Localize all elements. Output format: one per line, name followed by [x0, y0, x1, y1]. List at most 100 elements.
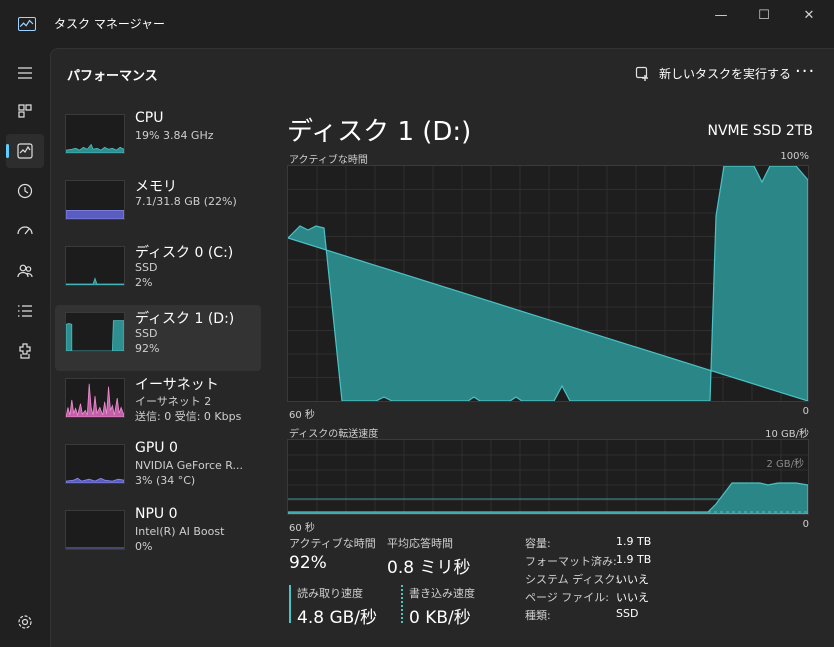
- device-detail: 19% 3.84 GHz: [135, 129, 214, 142]
- device-usage: 3% (34 °C): [135, 474, 196, 487]
- maximize-button[interactable]: ☐: [741, 4, 787, 28]
- task-manager-app-icon: [18, 17, 36, 31]
- nav-services[interactable]: [6, 334, 44, 368]
- page-header: パフォーマンス 新しいタスクを実行する ···: [51, 49, 834, 97]
- nav-details[interactable]: [6, 294, 44, 328]
- device-detail: SSD: [135, 327, 158, 340]
- app-history-icon: [17, 183, 33, 199]
- page-title: パフォーマンス: [67, 69, 158, 84]
- active-time-graph-label: アクティブな時間: [289, 155, 368, 166]
- users-icon: [17, 264, 33, 278]
- property-system-disk-label: システム ディスク:: [525, 573, 620, 586]
- minimize-button[interactable]: —: [698, 4, 744, 28]
- device-detail: Intel(R) AI Boost: [135, 525, 225, 538]
- read-speed-label: 読み取り速度: [297, 587, 363, 600]
- device-name: GPU 0: [135, 440, 178, 456]
- disk-1-thumbnail-graph: [65, 312, 125, 352]
- transfer-rate-graph: 2 GB/秒: [287, 439, 809, 515]
- device-name: メモリ: [135, 179, 177, 195]
- device-usage: 2%: [135, 276, 153, 289]
- device-name: イーサネット: [135, 377, 219, 393]
- property-system-disk-value: いいえ: [616, 573, 649, 586]
- disk-0-thumbnail-graph: [65, 246, 125, 286]
- npu-thumbnail-graph: [65, 510, 125, 550]
- active-time-stat-label: アクティブな時間: [289, 537, 376, 550]
- device-item-npu[interactable]: NPU 0 Intel(R) AI Boost 0%: [55, 503, 261, 569]
- performance-panel: パフォーマンス 新しいタスクを実行する ··· CPU 19% 3.84 GHz…: [50, 48, 834, 647]
- title-bar: タスク マネージャー — ☐ ✕: [0, 0, 834, 48]
- gpu-thumbnail-graph: [65, 444, 125, 484]
- device-item-gpu[interactable]: GPU 0 NVIDIA GeForce R... 3% (34 °C): [55, 437, 261, 503]
- device-item-disk-0[interactable]: ディスク 0 (C:) SSD 2%: [55, 239, 261, 305]
- device-item-ethernet[interactable]: イーサネット イーサネット 2 送信: 0 受信: 0 Kbps: [55, 371, 261, 437]
- property-capacity-label: 容量:: [525, 537, 551, 550]
- device-name: ディスク 0 (C:): [135, 245, 234, 261]
- hamburger-menu-icon: [18, 67, 32, 79]
- property-formatted-label: フォーマット済み:: [525, 555, 617, 568]
- services-icon: [19, 343, 31, 359]
- nav-settings[interactable]: [6, 605, 44, 639]
- transfer-rate-graph-end: 0: [802, 519, 809, 530]
- device-item-cpu[interactable]: CPU 19% 3.84 GHz: [55, 107, 261, 173]
- active-time-graph: [287, 165, 809, 402]
- nav-users[interactable]: [6, 254, 44, 288]
- transfer-rate-graph-label: ディスクの転送速度: [289, 429, 379, 440]
- device-usage: 0%: [135, 540, 153, 553]
- hamburger-menu-button[interactable]: [6, 56, 44, 90]
- minimize-icon: —: [714, 8, 728, 23]
- device-list: CPU 19% 3.84 GHz メモリ 7.1/31.8 GB (22%) デ…: [55, 107, 261, 569]
- device-usage: 送信: 0 受信: 0 Kbps: [135, 410, 242, 423]
- response-time-value: 0.8 ミリ秒: [387, 558, 471, 578]
- property-type-value: SSD: [616, 607, 639, 620]
- property-formatted-value: 1.9 TB: [616, 553, 652, 566]
- property-type-label: 種類:: [525, 609, 551, 622]
- device-detail: イーサネット 2: [135, 395, 212, 408]
- active-time-graph-end: 0: [802, 406, 809, 417]
- device-detail: 7.1/31.8 GB (22%): [135, 195, 237, 208]
- disk-model: NVME SSD 2TB: [707, 123, 814, 139]
- nav-app-history[interactable]: [6, 174, 44, 208]
- nav-performance[interactable]: [6, 134, 44, 168]
- property-page-file-value: いいえ: [616, 591, 649, 604]
- nav-startup-apps[interactable]: [6, 214, 44, 248]
- active-time-stat-value: 92%: [289, 553, 327, 573]
- performance-icon: [17, 143, 33, 159]
- processes-icon: [18, 104, 32, 118]
- device-name: CPU: [135, 110, 164, 126]
- close-icon: ✕: [803, 8, 815, 23]
- ethernet-thumbnail-graph: [65, 378, 125, 418]
- startup-apps-icon: [17, 226, 33, 235]
- active-time-graph-start: 60 秒: [289, 410, 315, 421]
- device-name: ディスク 1 (D:): [135, 311, 235, 327]
- detail-title: ディスク 1 (D:): [287, 117, 472, 147]
- nav-processes[interactable]: [6, 94, 44, 128]
- device-usage: 92%: [135, 342, 160, 355]
- settings-icon: [18, 615, 32, 629]
- property-capacity-value: 1.9 TB: [616, 535, 652, 548]
- memory-thumbnail-graph: [65, 180, 125, 220]
- read-speed-indicator: [289, 585, 291, 623]
- run-task-icon: [635, 66, 648, 81]
- device-detail: SSD: [135, 261, 158, 274]
- active-time-graph-max: 100%: [780, 151, 809, 162]
- write-speed-indicator: [401, 585, 403, 623]
- transfer-rate-graph-start: 60 秒: [289, 523, 315, 534]
- run-new-task-button[interactable]: 新しいタスクを実行する: [635, 65, 791, 82]
- write-speed-value: 0 KB/秒: [409, 608, 471, 628]
- close-button[interactable]: ✕: [786, 4, 832, 28]
- run-task-label: 新しいタスクを実行する: [659, 67, 792, 81]
- response-time-label: 平均応答時間: [387, 537, 453, 550]
- maximize-icon: ☐: [758, 8, 770, 23]
- write-speed-label: 書き込み速度: [409, 587, 475, 600]
- app-title: タスク マネージャー: [54, 17, 165, 31]
- device-item-disk-1[interactable]: ディスク 1 (D:) SSD 92%: [55, 305, 261, 371]
- more-options-icon: ···: [795, 61, 816, 82]
- more-options-button[interactable]: ···: [795, 61, 815, 82]
- property-page-file-label: ページ ファイル:: [525, 591, 609, 604]
- transfer-rate-graph-max: 10 GB/秒: [765, 429, 809, 440]
- navigation-rail: [0, 48, 50, 647]
- device-item-memory[interactable]: メモリ 7.1/31.8 GB (22%): [55, 173, 261, 239]
- details-icon: [18, 305, 32, 317]
- read-speed-value: 4.8 GB/秒: [297, 608, 378, 628]
- cpu-thumbnail-graph: [65, 114, 125, 154]
